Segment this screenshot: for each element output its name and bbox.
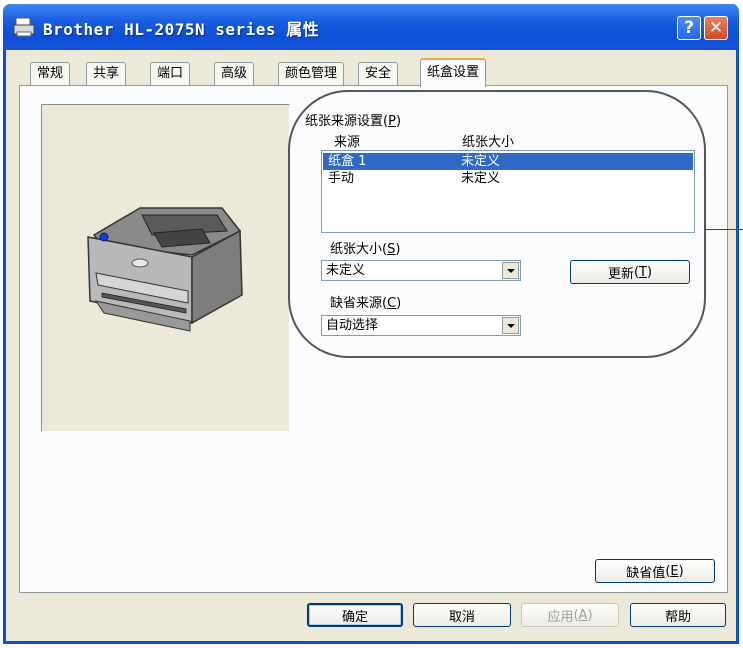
window-title: Brother HL-2075N series 属性: [43, 20, 320, 39]
restore-defaults-button[interactable]: 缺省值(E): [595, 559, 715, 583]
title-bar[interactable]: Brother HL-2075N series 属性 ? ✕: [3, 4, 739, 50]
tab-advanced[interactable]: 高级: [214, 62, 255, 85]
close-button[interactable]: ✕: [704, 16, 728, 40]
tab-general[interactable]: 常规: [30, 62, 71, 85]
callout-pointer-line: [706, 229, 743, 230]
column-header-paper-size: 纸张大小: [462, 135, 515, 150]
update-button[interactable]: 更新(T): [570, 260, 690, 284]
list-item[interactable]: 手动 未定义: [323, 170, 693, 187]
paper-source-listbox[interactable]: 纸盒 1 未定义 手动 未定义: [321, 150, 695, 233]
paper-size-select[interactable]: 未定义: [321, 260, 521, 281]
cancel-button[interactable]: 取消: [413, 603, 511, 627]
chevron-down-icon[interactable]: [502, 262, 519, 279]
help-button[interactable]: 帮助: [630, 603, 726, 627]
tab-security[interactable]: 安全: [358, 62, 399, 85]
default-source-label: 缺省来源(C): [330, 296, 402, 311]
tab-color-management[interactable]: 颜色管理: [278, 62, 345, 85]
tab-sharing[interactable]: 共享: [86, 62, 127, 85]
chevron-down-icon[interactable]: [502, 317, 519, 334]
printer-preview: [41, 104, 290, 432]
tab-tray-settings[interactable]: 纸盒设置: [420, 58, 487, 87]
help-title-button[interactable]: ?: [677, 16, 701, 40]
paper-size-label: 纸张大小(S): [330, 242, 401, 257]
apply-button[interactable]: 应用(A): [521, 603, 619, 627]
column-header-source: 来源: [334, 135, 361, 150]
printer-app-icon: [13, 17, 35, 37]
tab-ports[interactable]: 端口: [150, 62, 191, 85]
ok-button[interactable]: 确定: [307, 603, 403, 627]
printer-image: [87, 207, 243, 332]
list-item[interactable]: 纸盒 1 未定义: [323, 153, 693, 170]
default-source-select[interactable]: 自动选择: [321, 315, 521, 336]
paper-source-group-label: 纸张来源设置(P): [305, 114, 402, 129]
